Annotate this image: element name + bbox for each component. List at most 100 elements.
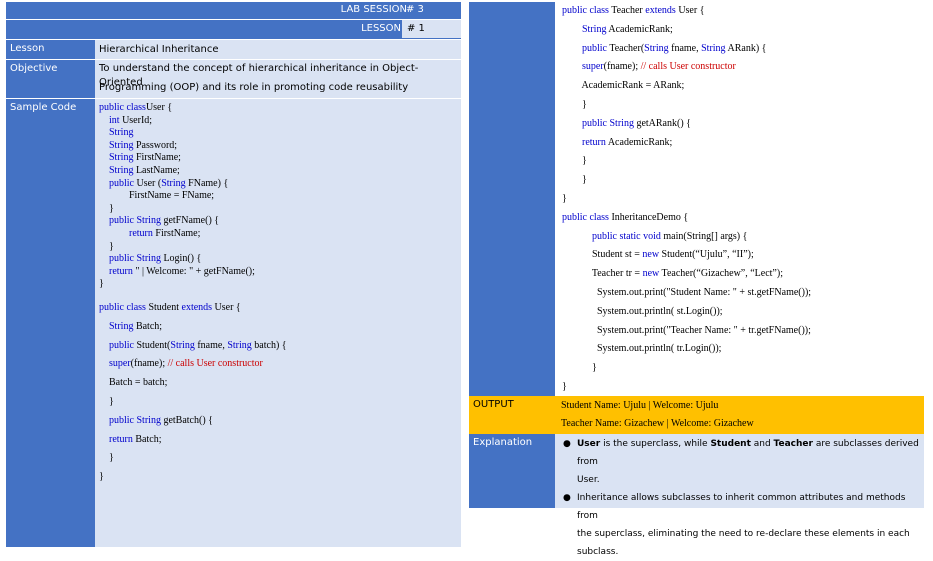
- objective-line-2: Programming (OOP) and its role in promot…: [99, 82, 409, 93]
- code-text: Teacher(“Gizachew”, “Lect”);: [659, 268, 783, 280]
- code-line: }: [562, 361, 597, 374]
- output-line-2: Teacher Name: Gizachew | Welcome: Gizach…: [561, 418, 754, 429]
- code-keyword: public class: [99, 302, 146, 313]
- code-text: Teacher tr =: [562, 268, 643, 280]
- code-text: }: [562, 174, 587, 186]
- code-text: }: [562, 381, 567, 392]
- term-user: User: [577, 439, 601, 449]
- lesson-text: Hierarchical Inheritance: [95, 40, 461, 59]
- code-keyword: public class: [99, 102, 146, 113]
- code-line: Teacher tr = new Teacher(“Gizachew”, “Le…: [562, 267, 783, 280]
- code-keyword: public String: [582, 117, 634, 129]
- code-line: super(fname); // calls User constructor: [562, 60, 736, 73]
- code-text: User {: [212, 302, 241, 313]
- code-line: public class InheritanceDemo {: [562, 211, 688, 224]
- code-comment: // calls User constructor: [167, 358, 263, 370]
- code-text: Batch;: [132, 433, 162, 445]
- code-line: public Teacher(String fname, String ARan…: [562, 42, 766, 55]
- bullet-text: and: [750, 439, 774, 449]
- code-text: (fname);: [130, 358, 168, 370]
- code-text: FirstName = FName;: [99, 190, 215, 202]
- code-keyword: new: [642, 249, 660, 261]
- code-text: Student: [145, 302, 182, 313]
- lesson-number: # 1: [407, 23, 425, 34]
- code-text: InheritanceDemo {: [608, 211, 689, 223]
- code-text: main(String[] args) {: [660, 230, 748, 242]
- code-line: }: [99, 277, 104, 290]
- bullet-text: User.: [577, 475, 600, 485]
- code-keyword: String: [161, 177, 186, 189]
- code-line: }: [99, 202, 114, 215]
- code-keyword: String: [170, 339, 195, 351]
- code-text: }: [99, 240, 114, 252]
- code-text: FirstName;: [133, 152, 181, 164]
- code-keyword: String: [109, 165, 134, 176]
- code-line: String LastName;: [99, 164, 180, 177]
- explanation-label-cell: Explanation: [469, 434, 555, 508]
- code-keyword: public String: [109, 253, 161, 265]
- lesson-header-label: LESSON: [361, 23, 401, 34]
- code-keyword: String: [227, 339, 252, 351]
- code-line: return " | Welcome: " + getFName();: [99, 265, 255, 278]
- code-line: AcademicRank = ARank;: [562, 79, 684, 92]
- code-line: String Password;: [99, 139, 177, 152]
- code-text: Student(: [134, 339, 171, 351]
- code-line: public String Login() {: [99, 252, 201, 265]
- right-code-cell: public class Teacher extends User { Stri…: [555, 2, 924, 396]
- code-comment: // calls User constructor: [640, 61, 736, 73]
- code-text: }: [99, 278, 104, 290]
- sample-code-label: Sample Code: [10, 102, 77, 113]
- lesson-label: Lesson: [10, 43, 45, 54]
- explanation-cell: ● User is the superclass, while Student a…: [555, 434, 924, 557]
- objective-label: Objective: [10, 63, 58, 74]
- code-line: super(fname); // calls User constructor: [99, 357, 263, 370]
- code-keyword: String: [582, 23, 607, 35]
- code-text: getBatch() {: [160, 414, 213, 426]
- code-text: System.out.println( tr.Login());: [562, 343, 722, 355]
- code-line: public String getARank() {: [562, 117, 691, 130]
- code-text: LastName;: [133, 165, 180, 176]
- code-keyword: extends: [645, 5, 676, 16]
- explanation-bullet-2: ● Inheritance allows subclasses to inheri…: [555, 489, 924, 561]
- code-line: }: [562, 380, 567, 393]
- code-keyword: return: [582, 136, 606, 148]
- code-text: }: [562, 362, 597, 374]
- code-keyword: String: [701, 42, 726, 54]
- code-line: public class Teacher extends User {: [562, 4, 705, 17]
- code-line: return Batch;: [99, 433, 162, 446]
- code-text: }: [99, 396, 114, 407]
- term-teacher: Teacher: [773, 439, 813, 449]
- code-text: " | Welcome: " + getFName();: [132, 265, 255, 277]
- code-text: }: [562, 193, 567, 204]
- code-line: return AcademicRank;: [562, 136, 672, 149]
- code-text: UserId;: [119, 114, 153, 126]
- code-text: getFName() {: [160, 215, 220, 227]
- code-keyword: public String: [109, 414, 161, 426]
- code-keyword: public: [109, 339, 134, 351]
- code-text: AcademicRank;: [605, 136, 673, 148]
- code-keyword: String: [109, 127, 134, 139]
- code-line: }: [99, 240, 114, 253]
- code-text: }: [99, 471, 104, 483]
- code-keyword: return: [109, 265, 133, 277]
- code-line: public String getFName() {: [99, 214, 219, 227]
- explanation-label: Explanation: [473, 437, 533, 448]
- code-text: Batch = batch;: [99, 377, 168, 389]
- lab-session-value: # 3: [406, 4, 424, 15]
- code-text: }: [562, 155, 587, 167]
- code-line: public User (String FName) {: [99, 177, 228, 190]
- output-label: OUTPUT: [473, 399, 514, 410]
- bullet-icon: ●: [563, 439, 571, 449]
- code-text: FName) {: [185, 177, 229, 189]
- code-keyword: public: [109, 177, 134, 189]
- code-line: String FirstName;: [99, 151, 181, 164]
